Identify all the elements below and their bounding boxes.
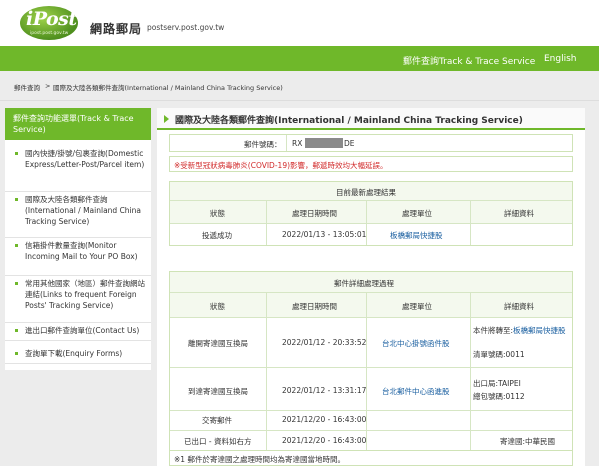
history-row-1-detail-1: 本件將轉至:板橋郵局快捷股 bbox=[473, 326, 566, 335]
sidebar-item-domestic[interactable]: 國內快捷/掛號/包裹查詢(Domestic Express/Letter-Pos… bbox=[5, 148, 151, 192]
tracking-prefix: RX bbox=[292, 139, 303, 148]
latest-datetime: 2022/01/13 - 13:05:01 bbox=[282, 230, 367, 239]
history-row-4-datetime: 2021/12/20 - 16:43:00 bbox=[282, 436, 367, 445]
history-table: 郵件詳細處理過程 狀態 處理日期時間 處理單位 詳細資料 離開寄達國互換局 20… bbox=[169, 271, 573, 451]
latest-header-detail: 詳細資料 bbox=[504, 209, 534, 218]
history-row-1-status: 離開寄達國互換局 bbox=[188, 339, 248, 348]
latest-result-table: 目前最新處理結果 狀態 處理日期時間 處理單位 詳細資料 投遞成功 2022/0… bbox=[169, 181, 573, 246]
latest-unit-link[interactable]: 板橋郵局快捷股 bbox=[390, 230, 443, 241]
history-row-4-detail-1: 寄達國:中華民國 bbox=[500, 437, 556, 446]
history-row-4-status: 已出口 - 資料如右方 bbox=[184, 437, 252, 446]
nav-track-trace[interactable]: 郵件查詢Track & Trace Service bbox=[403, 54, 535, 67]
latest-header-datetime: 處理日期時間 bbox=[292, 209, 337, 218]
page-title: 國際及大陸各類郵件查詢(International / Mainland Chi… bbox=[175, 116, 523, 126]
breadcrumb: 郵件查詢 > 國際及大陸各類郵件查詢(International / Mainl… bbox=[0, 71, 599, 101]
tracking-number-row: 郵件號碼： RX DE bbox=[169, 134, 573, 152]
top-nav: 郵件查詢Track & Trace Service English bbox=[0, 46, 599, 71]
notice-row: ※受新型冠狀病毒肺炎(COVID-19)影響，郵遞時效均大幅延誤。 bbox=[169, 156, 573, 172]
history-header-status: 狀態 bbox=[210, 302, 225, 311]
redacted-block bbox=[305, 138, 343, 148]
logo-subtext: ipost.post.gov.tw bbox=[30, 31, 69, 36]
title-arrow-icon bbox=[164, 115, 169, 123]
forward-unit-link[interactable]: 板橋郵局快捷股 bbox=[513, 326, 566, 335]
footnote-row: ※1 郵件於寄達國之處理時間均為寄達國當地時間。 bbox=[169, 451, 573, 466]
history-header-detail: 詳細資料 bbox=[504, 302, 534, 311]
latest-header-status: 狀態 bbox=[210, 209, 225, 218]
history-row-2-status: 到達寄達國互換局 bbox=[188, 387, 248, 396]
breadcrumb-current: 國際及大陸各類郵件查詢(International / Mainland Chi… bbox=[53, 84, 283, 92]
sidebar-title: 郵件查詢功能選單(Track & Trace Service) bbox=[5, 108, 151, 140]
site-url: postserv.post.gov.tw bbox=[147, 23, 225, 32]
history-row-2-datetime: 2022/01/12 - 13:31:17 bbox=[282, 386, 367, 395]
nav-english[interactable]: English bbox=[544, 54, 577, 64]
tracking-suffix: DE bbox=[344, 139, 355, 148]
history-row-2-detail-2: 總包號碼:0112 bbox=[473, 392, 525, 401]
history-row-3-status: 交寄郵件 bbox=[202, 416, 232, 425]
main-panel: 國際及大陸各類郵件查詢(International / Mainland Chi… bbox=[157, 108, 585, 466]
site-name: 網路郵局 bbox=[90, 22, 143, 36]
history-header-datetime: 處理日期時間 bbox=[292, 302, 337, 311]
history-row-2-detail-1: 出口局:TAIPEI bbox=[473, 379, 521, 388]
covid-notice: ※受新型冠狀病毒肺炎(COVID-19)影響，郵遞時效均大幅延誤。 bbox=[174, 161, 388, 170]
history-row-2-unit-link[interactable]: 台北郵件中心函進股 bbox=[382, 386, 450, 397]
sidebar-item-international[interactable]: 國際及大陸各類郵件查詢(International / Mainland Chi… bbox=[5, 194, 151, 238]
sidebar-item-enquiry-forms[interactable]: 查詢單下載(Enquiry Forms) bbox=[5, 348, 151, 364]
latest-section-title: 目前最新處理結果 bbox=[336, 188, 396, 197]
history-row-3-datetime: 2021/12/20 - 16:43:00 bbox=[282, 415, 367, 424]
logo-text[interactable]: iPost bbox=[26, 8, 77, 30]
sidebar-menu: 郵件查詢功能選單(Track & Trace Service) 國內快捷/掛號/… bbox=[5, 108, 151, 370]
main-title-bar: 國際及大陸各類郵件查詢(International / Mainland Chi… bbox=[157, 108, 585, 130]
tracking-label: 郵件號碼： bbox=[244, 140, 282, 149]
latest-header-unit: 處理單位 bbox=[402, 209, 432, 218]
history-row-1-datetime: 2022/01/12 - 20:33:52 bbox=[282, 338, 367, 347]
footnote: ※1 郵件於寄達國之處理時間均為寄達國當地時間。 bbox=[174, 455, 345, 464]
site-header: iPost ipost.post.gov.tw 網路郵局 postserv.po… bbox=[0, 0, 599, 46]
latest-status: 投遞成功 bbox=[202, 231, 232, 240]
history-row-1-unit-link[interactable]: 台北中心掛號函件股 bbox=[382, 338, 450, 349]
history-row-1-detail-2: 清單號碼:0011 bbox=[473, 350, 525, 359]
history-header-unit: 處理單位 bbox=[402, 302, 432, 311]
breadcrumb-home[interactable]: 郵件查詢 bbox=[14, 82, 40, 92]
sidebar-item-contact[interactable]: 進出口郵件查詢單位(Contact Us) bbox=[5, 325, 151, 341]
sidebar-item-foreign-links[interactable]: 常用其他國家（地區）郵件查詢網站連結(Links to frequent For… bbox=[5, 278, 151, 323]
sidebar-item-po-box[interactable]: 信箱掛件數量查詢(Monitor Incoming Mail to Your P… bbox=[5, 240, 151, 276]
breadcrumb-separator: > bbox=[45, 82, 51, 90]
history-section-title: 郵件詳細處理過程 bbox=[334, 279, 394, 288]
